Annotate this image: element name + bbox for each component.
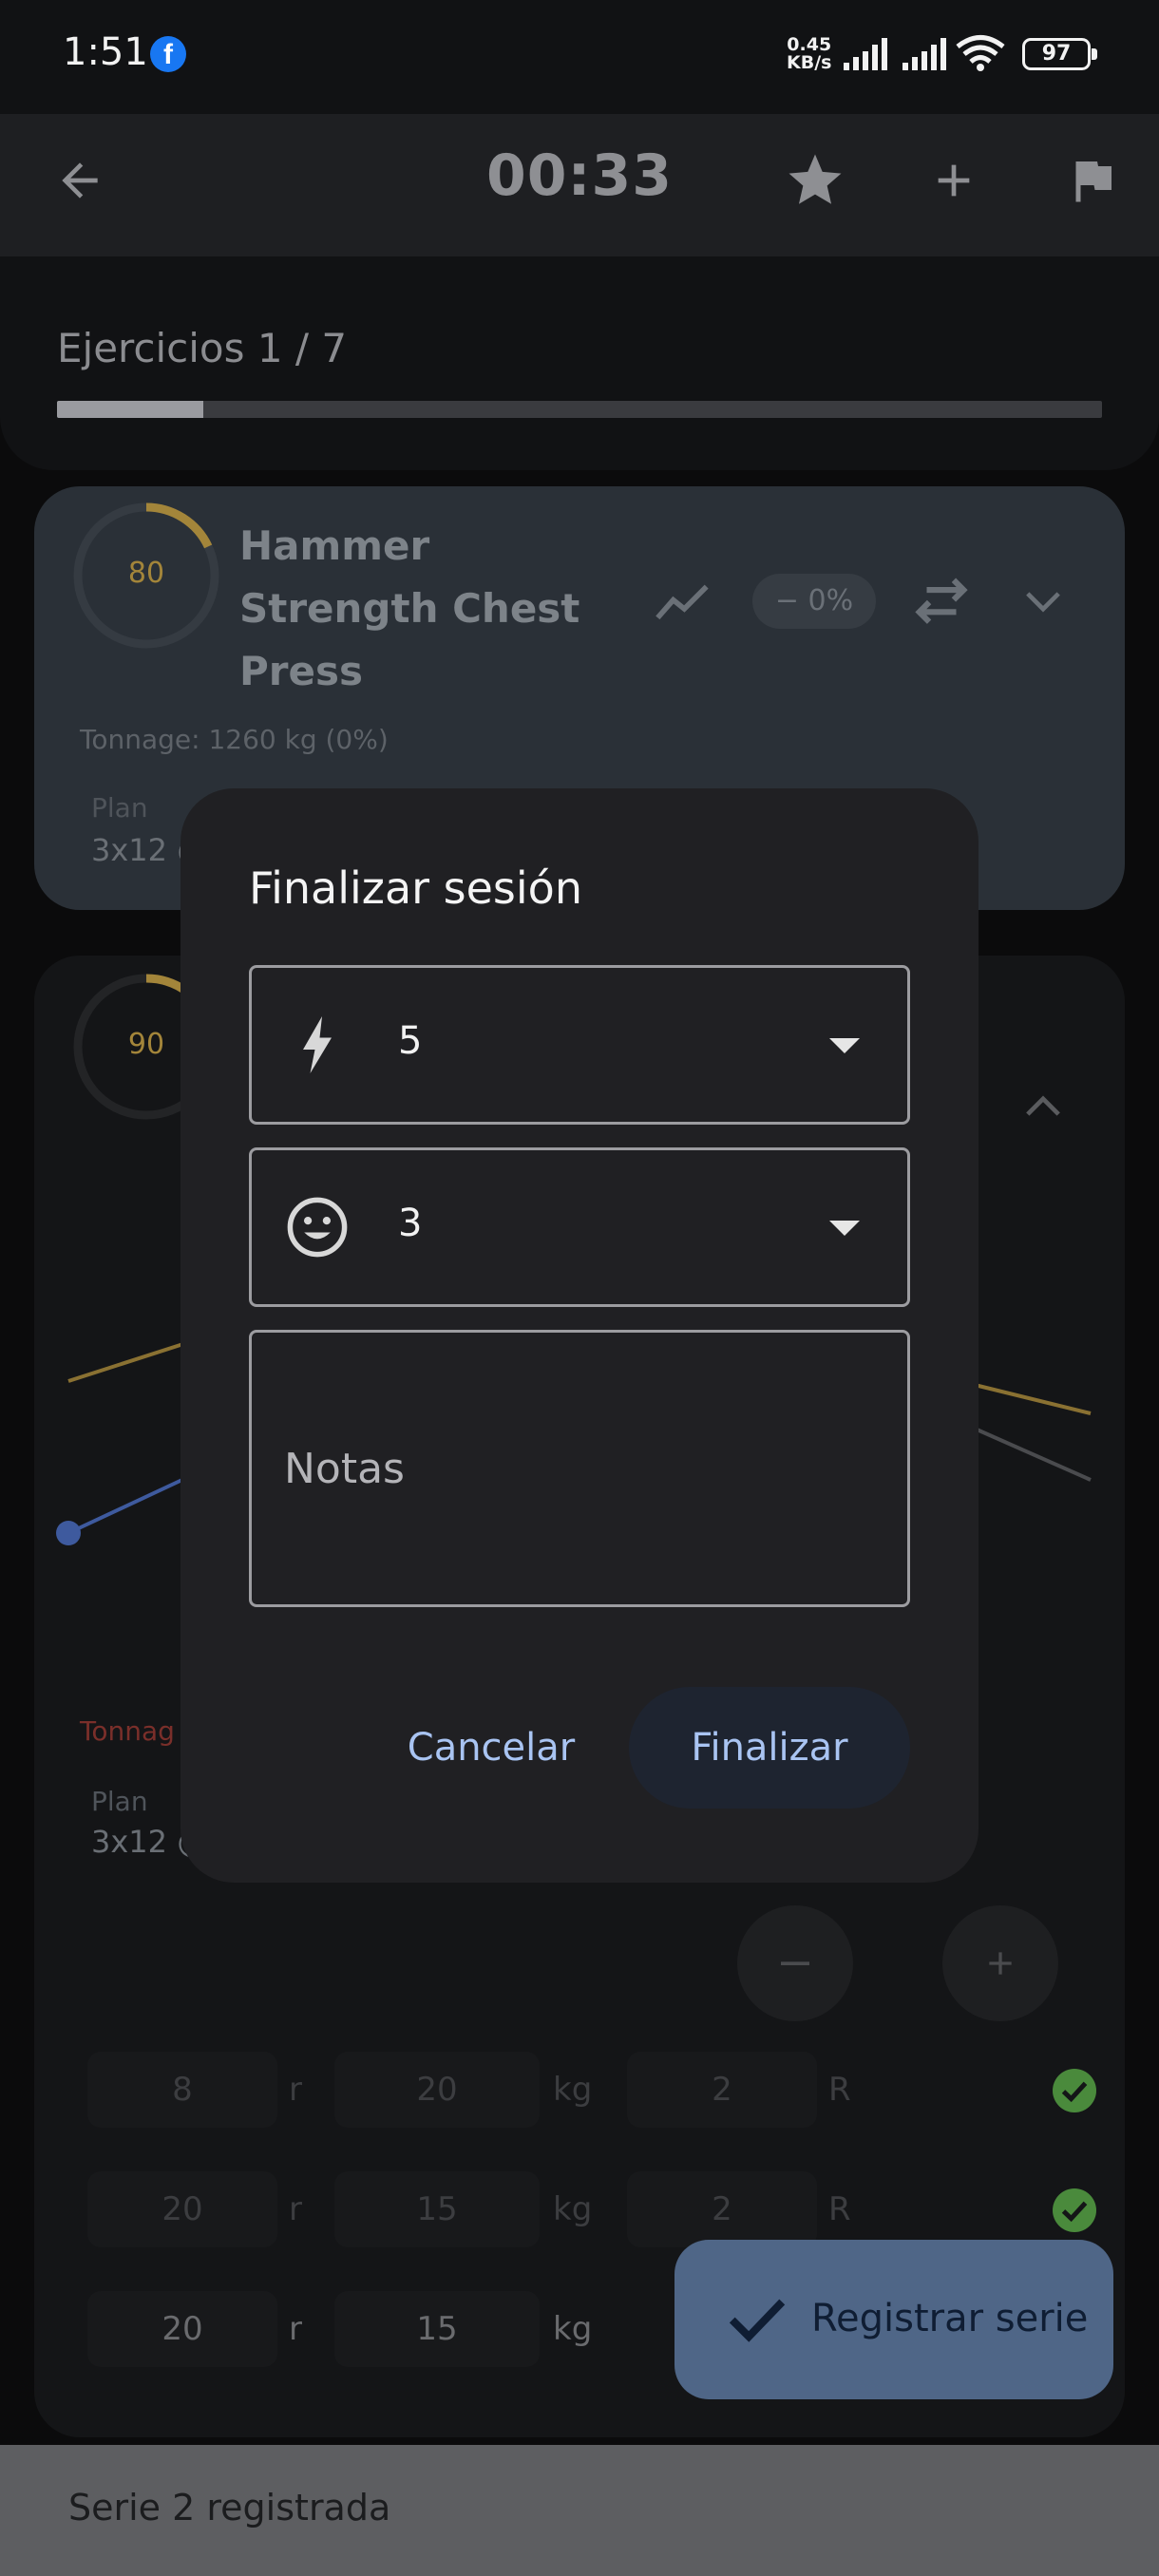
network-speed: 0.45 KB/s bbox=[787, 36, 831, 72]
set-done-check-icon[interactable] bbox=[1053, 2069, 1096, 2112]
tonnage-text: Tonnag bbox=[80, 1715, 175, 1747]
wifi-icon bbox=[956, 35, 1005, 71]
plan-label: Plan bbox=[91, 1786, 148, 1817]
score-ring-value: 80 bbox=[127, 557, 165, 590]
chevron-down-icon[interactable] bbox=[1022, 585, 1064, 619]
reps-unit: r bbox=[289, 2190, 302, 2228]
change-badge: − 0% bbox=[752, 574, 876, 629]
tonnage-series-line bbox=[67, 1341, 187, 1383]
minus-icon bbox=[781, 1961, 809, 1965]
mood-value: 3 bbox=[398, 1202, 423, 1245]
exercise-progress-section: Ejercicios 1 / 7 bbox=[0, 256, 1159, 470]
status-time: 1:51 bbox=[63, 30, 148, 74]
exercise-progress-bar bbox=[57, 401, 1102, 418]
exercise-progress-label: Ejercicios 1 / 7 bbox=[57, 325, 348, 371]
weight-field[interactable]: 15 bbox=[334, 2291, 540, 2367]
battery-icon: 97 bbox=[1022, 38, 1097, 70]
decrease-button[interactable] bbox=[737, 1905, 853, 2021]
snackbar: Serie 2 registrada bbox=[0, 2445, 1159, 2576]
rir-field[interactable]: 2 bbox=[627, 2052, 817, 2128]
exercise-title: Hammer Strength Chest Press bbox=[239, 522, 580, 694]
weight-series-point bbox=[56, 1521, 81, 1545]
register-set-label: Registrar serie bbox=[811, 2297, 1089, 2340]
tonnage-text: Tonnage: 1260 kg (0%) bbox=[80, 724, 389, 755]
reps-field[interactable]: 8 bbox=[87, 2052, 277, 2128]
reps-field[interactable]: 20 bbox=[87, 2171, 277, 2247]
increase-button[interactable] bbox=[942, 1905, 1058, 2021]
cancel-button[interactable]: Cancelar bbox=[405, 1687, 578, 1809]
tonnage-series-line-end bbox=[974, 1383, 1092, 1415]
energy-select[interactable]: 5 bbox=[249, 965, 910, 1125]
snackbar-text: Serie 2 registrada bbox=[68, 2487, 391, 2529]
weight-unit: kg bbox=[553, 2310, 593, 2348]
signal-icon-2 bbox=[902, 38, 946, 70]
smiley-icon bbox=[284, 1194, 351, 1260]
weight-field[interactable]: 15 bbox=[334, 2171, 540, 2247]
set-row-1: 8 r 20 kg 2 R bbox=[87, 2038, 1132, 2133]
network-speed-unit: KB/s bbox=[787, 52, 832, 73]
register-set-button[interactable]: Registrar serie bbox=[674, 2240, 1113, 2399]
exercise-progress-fill bbox=[57, 401, 203, 418]
reps-unit: r bbox=[289, 2071, 302, 2109]
plus-icon bbox=[989, 1952, 1012, 1975]
notes-placeholder: Notas bbox=[284, 1445, 405, 1493]
reps-series-line bbox=[974, 1427, 1092, 1482]
weight-unit: kg bbox=[553, 2071, 593, 2109]
lightning-icon bbox=[284, 1012, 351, 1078]
weight-unit: kg bbox=[553, 2190, 593, 2228]
trend-chart-icon[interactable] bbox=[656, 579, 709, 625]
dropdown-arrow-icon bbox=[829, 1038, 860, 1053]
check-icon bbox=[729, 2299, 786, 2342]
app-bar: 00:33 bbox=[0, 114, 1159, 256]
status-bar: 1:51 f 0.45 KB/s 97 bbox=[0, 0, 1159, 114]
plan-label: Plan bbox=[91, 792, 148, 824]
notes-field[interactable]: Notas bbox=[249, 1330, 910, 1607]
weight-field[interactable]: 20 bbox=[334, 2052, 540, 2128]
rir-unit: R bbox=[828, 2190, 851, 2228]
star-icon[interactable] bbox=[777, 142, 853, 218]
dialog-title: Finalizar sesión bbox=[249, 862, 582, 914]
weight-series-line bbox=[67, 1476, 187, 1535]
facebook-icon: f bbox=[150, 36, 186, 72]
reps-unit: r bbox=[289, 2310, 302, 2348]
reps-field[interactable]: 20 bbox=[87, 2291, 277, 2367]
energy-value: 5 bbox=[398, 1019, 423, 1063]
set-done-check-icon[interactable] bbox=[1053, 2188, 1096, 2232]
flag-icon[interactable] bbox=[1054, 142, 1130, 218]
set-row-2: 20 r 15 kg 2 R bbox=[87, 2158, 1132, 2253]
signal-icon bbox=[844, 38, 887, 70]
rir-field[interactable]: 2 bbox=[627, 2171, 817, 2247]
chevron-up-icon[interactable] bbox=[1022, 1089, 1064, 1123]
finish-session-dialog: Finalizar sesión 5 3 Notas Cancelar Fina… bbox=[180, 788, 978, 1883]
mood-select[interactable]: 3 bbox=[249, 1147, 910, 1307]
dropdown-arrow-icon bbox=[829, 1221, 860, 1236]
finish-button[interactable]: Finalizar bbox=[629, 1687, 910, 1809]
rir-unit: R bbox=[828, 2071, 851, 2109]
swap-icon[interactable] bbox=[912, 578, 971, 627]
plus-icon[interactable] bbox=[916, 142, 992, 218]
